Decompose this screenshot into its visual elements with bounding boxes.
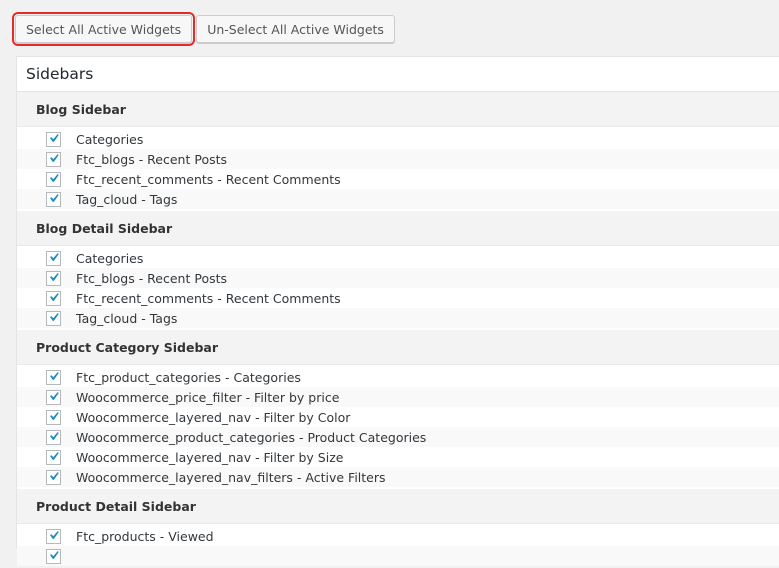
panel-title: Sidebars <box>17 57 779 92</box>
sidebars-panel: Sidebars Blog Sidebar Categories Ftc_blogs… <box>16 56 779 566</box>
widget-row: Ftc_blogs - Recent Posts <box>17 149 779 169</box>
sidebar-group: Product Category Sidebar Ftc_product_cate… <box>17 330 779 489</box>
checkmark-icon <box>50 411 59 420</box>
widget-checkbox[interactable] <box>46 389 61 405</box>
sidebar-group-title: Product Category Sidebar <box>17 330 779 365</box>
sidebar-group: Product Detail Sidebar Ftc_products - Vie… <box>17 489 779 568</box>
checkmark-icon <box>50 391 59 400</box>
widget-checkbox[interactable] <box>46 131 61 147</box>
sidebar-group: Blog Sidebar Categories Ftc_blogs - Recent… <box>17 92 779 211</box>
widget-checkbox[interactable] <box>46 469 61 485</box>
widget-row: Tag_cloud - Tags <box>17 308 779 328</box>
widget-row: Tag_cloud - Tags <box>17 189 779 209</box>
widget-row: Ftc_blogs - Recent Posts <box>17 268 779 288</box>
widget-row: Ftc_products - Viewed <box>17 526 779 546</box>
widget-label: Ftc_product_categories - Categories <box>76 369 301 385</box>
widget-row: Categories <box>17 248 779 268</box>
widget-list: Categories Ftc_blogs - Recent Posts Ftc_re… <box>17 127 779 211</box>
checkmark-icon <box>50 431 59 440</box>
widget-label: Woocommerce_price_filter - Filter by pri… <box>76 389 340 405</box>
widget-label: Ftc_recent_comments - Recent Comments <box>76 290 341 306</box>
widget-row: Woocommerce_layered_nav - Filter by Size <box>17 447 779 467</box>
widget-label: Ftc_recent_comments - Recent Comments <box>76 171 341 187</box>
checkmark-icon <box>50 471 59 480</box>
widget-row: Ftc_recent_comments - Recent Comments <box>17 288 779 308</box>
widget-label: Woocommerce_product_categories - Product… <box>76 429 427 445</box>
widget-label: Woocommerce_layered_nav_filters - Active… <box>76 469 386 485</box>
checkmark-icon <box>50 451 59 460</box>
widget-row: Categories <box>17 129 779 149</box>
checkmark-icon <box>50 312 59 321</box>
widget-list: Ftc_products - Viewed <box>17 524 779 568</box>
widget-checkbox[interactable] <box>46 548 61 564</box>
widget-checkbox[interactable] <box>46 191 61 207</box>
widget-checkbox[interactable] <box>46 151 61 167</box>
widget-list: Categories Ftc_blogs - Recent Posts Ftc_re… <box>17 246 779 330</box>
checkmark-icon <box>50 252 59 261</box>
widget-label: Ftc_products - Viewed <box>76 528 214 544</box>
widget-label: Tag_cloud - Tags <box>76 310 178 326</box>
checkmark-icon <box>50 193 59 202</box>
checkmark-icon <box>50 153 59 162</box>
widget-checkbox[interactable] <box>46 528 61 544</box>
widget-checkbox[interactable] <box>46 310 61 326</box>
widget-row: Woocommerce_product_categories - Product… <box>17 427 779 447</box>
widget-checkbox[interactable] <box>46 290 61 306</box>
widget-checkbox[interactable] <box>46 449 61 465</box>
widget-label: Categories <box>76 250 144 266</box>
unselect-all-widgets-button[interactable]: Un-Select All Active Widgets <box>196 15 395 43</box>
widget-label: Ftc_blogs - Recent Posts <box>76 270 228 286</box>
widget-row: Woocommerce_layered_nav - Filter by Colo… <box>17 407 779 427</box>
sidebar-group-title: Product Detail Sidebar <box>17 489 779 524</box>
widget-row <box>17 546 779 566</box>
widget-label: Categories <box>76 131 144 147</box>
sidebar-group: Blog Detail Sidebar Categories Ftc_blogs -… <box>17 211 779 330</box>
widget-checkbox[interactable] <box>46 270 61 286</box>
checkmark-icon <box>50 133 59 142</box>
widget-row: Woocommerce_price_filter - Filter by pri… <box>17 387 779 407</box>
widget-row: Ftc_product_categories - Categories <box>17 367 779 387</box>
sidebar-group-title: Blog Sidebar <box>17 92 779 127</box>
sidebar-group-title: Blog Detail Sidebar <box>17 211 779 246</box>
widget-label: Tag_cloud - Tags <box>76 191 178 207</box>
widget-checkbox[interactable] <box>46 369 61 385</box>
widget-checkbox[interactable] <box>46 429 61 445</box>
checkmark-icon <box>50 173 59 182</box>
widget-checkbox[interactable] <box>46 171 61 187</box>
widget-row: Woocommerce_layered_nav_filters - Active… <box>17 467 779 487</box>
toolbar: Select All Active Widgets Un-Select All … <box>11 12 395 46</box>
checkmark-icon <box>50 371 59 380</box>
widget-row: Ftc_recent_comments - Recent Comments <box>17 169 779 189</box>
sidebar-groups: Blog Sidebar Categories Ftc_blogs - Recent… <box>17 92 779 568</box>
widget-label: Woocommerce_layered_nav - Filter by Size <box>76 449 344 465</box>
widget-list: Ftc_product_categories - Categories Wooco… <box>17 365 779 489</box>
checkmark-icon <box>50 272 59 281</box>
checkmark-icon <box>50 550 59 559</box>
widget-checkbox[interactable] <box>46 409 61 425</box>
select-all-widgets-button[interactable]: Select All Active Widgets <box>11 12 196 46</box>
widget-label: Woocommerce_layered_nav - Filter by Colo… <box>76 409 351 425</box>
checkmark-icon <box>50 292 59 301</box>
widget-label: Ftc_blogs - Recent Posts <box>76 151 228 167</box>
widget-checkbox[interactable] <box>46 250 61 266</box>
